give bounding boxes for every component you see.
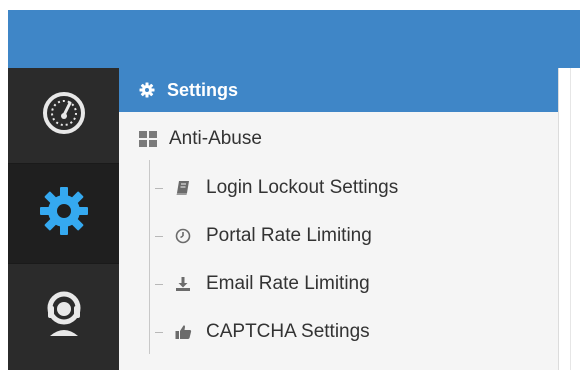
menu-group-label: Anti-Abuse [169, 128, 262, 149]
dashboard-gauge-icon [42, 91, 86, 140]
tree-connector-line [149, 160, 150, 354]
menu-item-label: Login Lockout Settings [206, 177, 399, 198]
download-icon [172, 276, 194, 292]
gear-icon [139, 82, 155, 98]
gear-icon [36, 183, 92, 244]
menu-item-portal-rate-limiting[interactable]: Portal Rate Limiting [119, 216, 558, 256]
content-area-edge [570, 68, 580, 370]
tree-branch [155, 283, 163, 285]
tree-branch [155, 331, 163, 333]
sidebar-item-support[interactable] [8, 262, 119, 370]
menu-item-label: CAPTCHA Settings [206, 321, 370, 342]
sidebar-item-dashboard[interactable] [8, 68, 119, 163]
submenu-header-settings[interactable]: Settings [119, 68, 558, 112]
sidebar-item-settings[interactable] [8, 163, 119, 264]
menu-group-anti-abuse[interactable]: Anti-Abuse [119, 118, 558, 160]
thumbs-up-icon [172, 324, 194, 340]
top-header-bar [8, 10, 580, 68]
menu-item-label: Portal Rate Limiting [206, 225, 372, 246]
menu-item-captcha-settings[interactable]: CAPTCHA Settings [119, 312, 558, 352]
menu-item-login-lockout-settings[interactable]: Login Lockout Settings [119, 168, 558, 208]
clock-icon [172, 228, 194, 244]
submenu-title: Settings [167, 79, 239, 100]
book-icon [172, 180, 194, 196]
support-headset-icon [42, 288, 86, 345]
settings-submenu: Settings Anti-Abuse Login Lockout Settin… [119, 68, 559, 370]
menu-item-label: Email Rate Limiting [206, 273, 370, 294]
tree-branch [155, 235, 163, 237]
tree-branch [155, 187, 163, 189]
icon-sidebar [8, 68, 119, 370]
grid-icon [139, 131, 157, 147]
menu-item-email-rate-limiting[interactable]: Email Rate Limiting [119, 264, 558, 304]
